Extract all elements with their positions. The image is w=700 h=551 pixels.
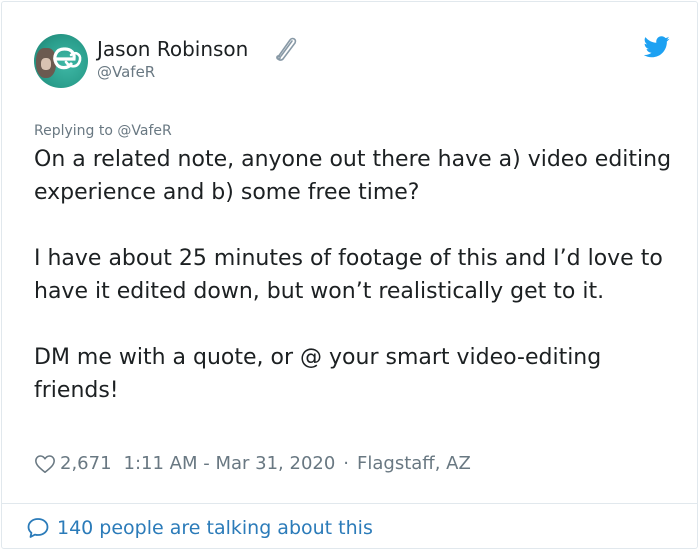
twitter-bird-icon[interactable] (644, 36, 670, 58)
divider (2, 503, 697, 504)
tweet-paragraph: On a related note, anyone out there have… (34, 147, 672, 205)
conversation-link[interactable]: 140 people are talking about this (26, 515, 373, 541)
like-count[interactable]: 2,671 (60, 452, 112, 476)
meta-separator: · (343, 453, 350, 474)
tweet-paragraph: DM me with a quote, or @ your smart vide… (34, 345, 602, 403)
tweet-paragraph: I have about 25 minutes of footage of th… (34, 246, 663, 304)
replying-to[interactable]: Replying to @VafeR (34, 122, 172, 140)
author-handle[interactable]: @VafeR (97, 63, 155, 81)
heart-icon[interactable] (34, 453, 56, 475)
tweet-meta: 2,671 1:11 AM - Mar 31, 2020 · Flagstaff… (34, 452, 471, 476)
timestamp[interactable]: 1:11 AM - Mar 31, 2020 (124, 452, 336, 476)
speech-bubble-icon (27, 518, 49, 538)
location[interactable]: Flagstaff, AZ (357, 452, 471, 476)
author-name[interactable]: Jason Robinson (97, 36, 248, 62)
ae-logo-icon (53, 47, 82, 70)
safety-pin-icon (276, 37, 297, 61)
avatar[interactable] (34, 34, 88, 88)
conversation-link-label[interactable]: 140 people are talking about this (57, 515, 373, 541)
tweet-card: Jason Robinson @VafeR Replying to @VafeR… (1, 1, 698, 549)
tweet-text: On a related note, anyone out there have… (34, 143, 674, 440)
